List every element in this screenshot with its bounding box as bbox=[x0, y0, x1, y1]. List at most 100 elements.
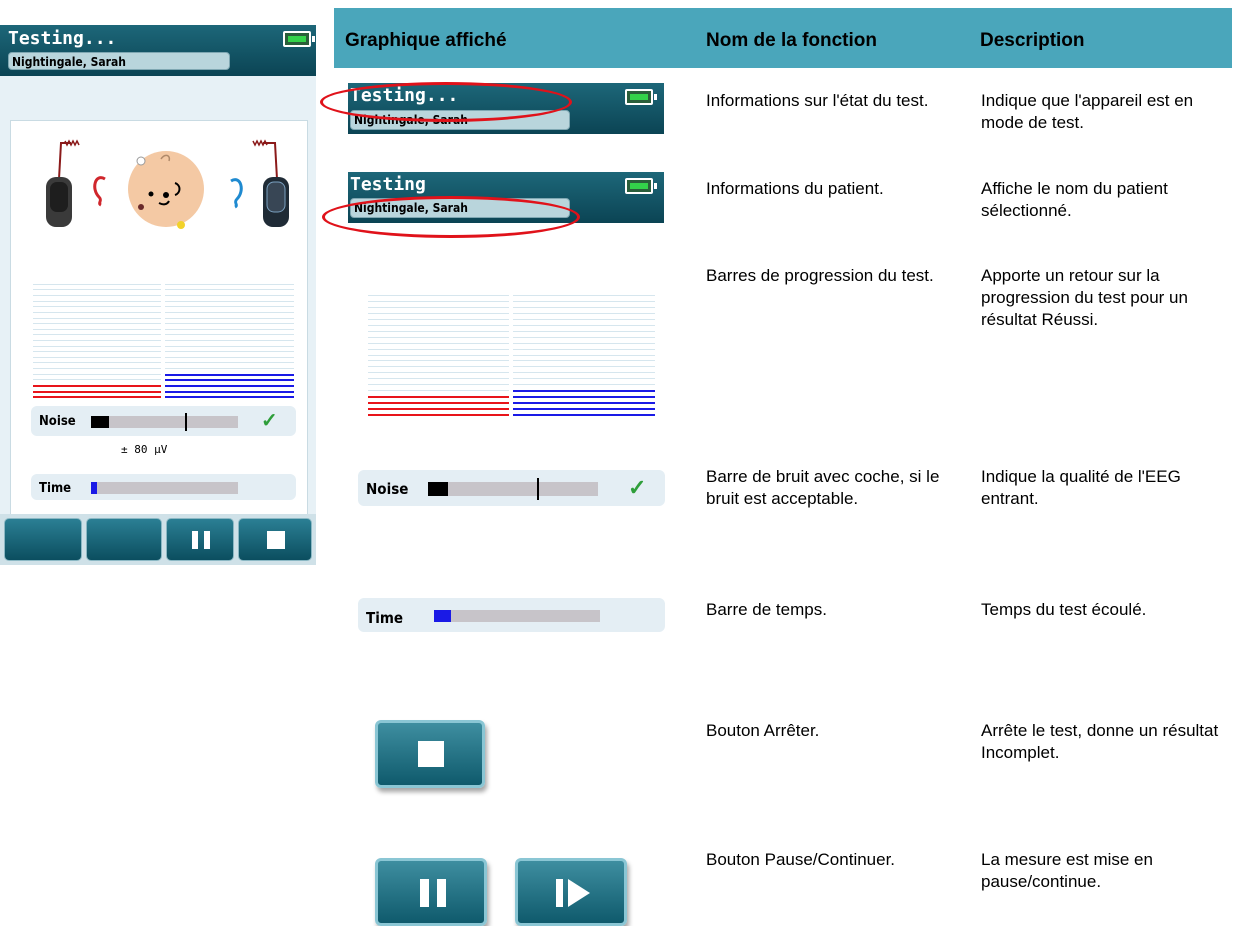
progress-line bbox=[368, 336, 509, 338]
progress-line bbox=[33, 351, 161, 353]
baby-face-icon bbox=[128, 151, 204, 229]
progress-line bbox=[513, 354, 655, 356]
progress-line bbox=[165, 368, 294, 370]
progress-line bbox=[368, 330, 509, 332]
pause-button-graphic bbox=[375, 858, 487, 926]
progress-line bbox=[368, 324, 509, 326]
progress-line bbox=[33, 379, 161, 381]
progress-line bbox=[513, 390, 655, 393]
left-probe-icon bbox=[46, 139, 80, 227]
softkey-2-button[interactable] bbox=[86, 518, 162, 561]
softkey-bar bbox=[0, 514, 316, 565]
function-cell: Barre de bruit avec coche, si le bruit e… bbox=[706, 467, 940, 508]
battery-icon bbox=[625, 178, 657, 194]
header-graphic: Graphique affiché bbox=[345, 30, 507, 51]
progress-line bbox=[33, 390, 161, 393]
progress-line bbox=[33, 317, 161, 319]
function-cell: Informations du patient. bbox=[706, 179, 884, 198]
time-fill bbox=[434, 610, 451, 622]
progress-line bbox=[513, 402, 655, 405]
progress-line bbox=[368, 306, 509, 308]
description-cell: Indique que l'appareil est en mode de te… bbox=[981, 91, 1194, 132]
progress-line bbox=[368, 360, 509, 362]
progress-line bbox=[368, 390, 509, 392]
progress-line bbox=[368, 354, 509, 356]
baby-illustration bbox=[46, 139, 289, 229]
progress-line bbox=[368, 408, 509, 411]
pause-icon bbox=[192, 531, 198, 549]
function-cell: Bouton Pause/Continuer. bbox=[706, 850, 896, 869]
left-progress-bar bbox=[368, 292, 509, 417]
progress-line bbox=[165, 323, 294, 325]
status-title: Testing... bbox=[8, 28, 117, 49]
progress-bars bbox=[33, 281, 294, 399]
progress-line bbox=[368, 372, 509, 374]
progress-line bbox=[33, 368, 161, 370]
progress-line bbox=[368, 342, 509, 344]
device-screen: Testing... Nightingale, Sarah Noise ✓ ± … bbox=[0, 25, 316, 565]
noise-threshold-marker bbox=[537, 478, 539, 500]
progress-line bbox=[33, 384, 161, 387]
description-cell: Arrête le test, donne un résultat Incomp… bbox=[981, 721, 1219, 762]
play-icon bbox=[568, 879, 590, 907]
progress-line bbox=[33, 345, 161, 347]
progress-line bbox=[513, 324, 655, 326]
progress-line bbox=[368, 348, 509, 350]
progress-line bbox=[368, 414, 509, 417]
time-bar bbox=[91, 482, 238, 494]
progress-line bbox=[33, 396, 161, 399]
noise-label: Noise bbox=[39, 414, 76, 429]
progress-line bbox=[33, 283, 161, 285]
left-ear-icon bbox=[93, 176, 106, 207]
progress-line bbox=[513, 414, 655, 417]
stop-icon bbox=[267, 531, 285, 549]
progress-line bbox=[368, 378, 509, 380]
progress-line bbox=[33, 340, 161, 341]
progress-line bbox=[33, 295, 161, 297]
progress-line bbox=[368, 402, 509, 405]
progress-line bbox=[165, 334, 294, 336]
progress-line bbox=[513, 336, 655, 338]
function-cell: Barre de temps. bbox=[706, 600, 827, 619]
progress-line bbox=[513, 294, 655, 296]
progress-line bbox=[513, 348, 655, 350]
pause-icon-bar bbox=[437, 879, 446, 907]
progress-line bbox=[165, 384, 294, 387]
time-bar-graphic: Time bbox=[358, 598, 665, 632]
test-panel: Noise ✓ ± 80 µV Time bbox=[10, 120, 308, 517]
progress-line bbox=[165, 373, 294, 376]
description-cell: La mesure est mise en pause/continue. bbox=[981, 850, 1153, 891]
pause-button[interactable] bbox=[166, 518, 234, 561]
progress-line bbox=[165, 300, 294, 302]
header-description: Description bbox=[980, 30, 1085, 51]
progress-line bbox=[513, 330, 655, 332]
softkey-1-button[interactable] bbox=[4, 518, 82, 561]
header-function: Nom de la fonction bbox=[706, 30, 877, 51]
progress-line bbox=[33, 334, 161, 336]
progress-line bbox=[165, 340, 294, 341]
noise-bar bbox=[91, 413, 238, 431]
progress-line bbox=[33, 311, 161, 313]
progress-line bbox=[33, 373, 161, 375]
graphic-status-title: Testing bbox=[350, 174, 426, 195]
highlight-oval bbox=[322, 196, 580, 238]
progress-bars-graphic bbox=[368, 292, 655, 417]
stop-icon bbox=[418, 741, 444, 767]
time-row: Time bbox=[31, 474, 296, 500]
check-icon: ✓ bbox=[261, 410, 278, 432]
description-cell: Affiche le nom du patient sélectionné. bbox=[981, 179, 1168, 220]
progress-line bbox=[165, 379, 294, 382]
noise-row: Noise ✓ bbox=[31, 406, 296, 436]
progress-line bbox=[368, 366, 509, 368]
stop-button[interactable] bbox=[238, 518, 312, 561]
time-bar bbox=[434, 610, 600, 622]
progress-line bbox=[165, 390, 294, 393]
progress-line bbox=[33, 328, 161, 330]
noise-label: Noise bbox=[366, 480, 409, 498]
left-progress-bar bbox=[33, 281, 161, 399]
progress-line bbox=[368, 384, 509, 386]
progress-line bbox=[165, 356, 294, 358]
battery-icon bbox=[283, 31, 315, 47]
progress-line bbox=[368, 300, 509, 302]
noise-bar bbox=[428, 478, 598, 500]
